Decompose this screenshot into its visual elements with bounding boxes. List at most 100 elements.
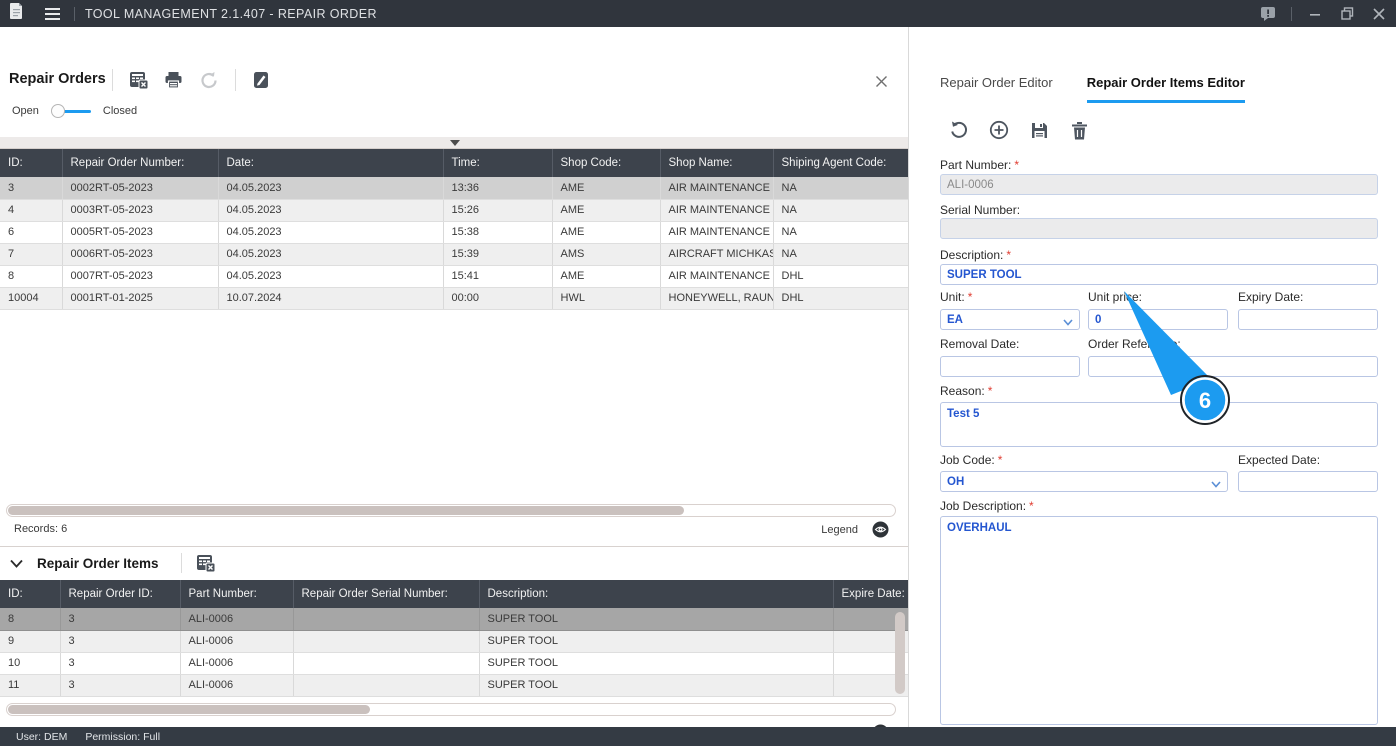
job-code-select[interactable]: OH	[940, 471, 1228, 492]
orders-panel-title: Repair Orders	[9, 71, 106, 87]
unit-price-field[interactable]	[1088, 309, 1228, 330]
restore-button[interactable]	[1338, 5, 1356, 23]
feedback-icon[interactable]	[1259, 5, 1277, 23]
collapse-arrow-icon	[450, 140, 460, 146]
hamburger-menu-icon[interactable]	[45, 7, 60, 20]
removal-date-label: Removal Date:	[940, 337, 1020, 351]
excel-export-icon[interactable]	[196, 554, 215, 572]
column-header[interactable]: Description:	[478, 580, 833, 608]
removal-date-field[interactable]	[940, 356, 1080, 377]
table-cell: 3	[0, 177, 63, 200]
column-header[interactable]: Shop Code:	[551, 149, 660, 177]
table-row[interactable]: 8 0007RT-05-2023 04.05.2023 15:41 AME AIR MAI…	[0, 265, 908, 288]
table-cell: 10	[0, 652, 61, 675]
table-cell: 04.05.2023	[218, 177, 444, 200]
table-cell: AME	[552, 221, 661, 244]
column-header[interactable]: Shiping Agent Code:	[772, 149, 908, 177]
table-cell: NA	[773, 243, 908, 266]
table-cell: 15:38	[443, 221, 553, 244]
column-header[interactable]: ID:	[0, 149, 62, 177]
table-cell: 3	[60, 652, 181, 675]
toolbar-separator	[235, 69, 236, 91]
table-cell: 0006RT-05-2023	[62, 243, 219, 266]
items-section-title: Repair Order Items	[37, 555, 159, 571]
undo-icon[interactable]	[948, 119, 970, 141]
chevron-down-icon[interactable]	[10, 559, 23, 568]
job-code-label: Job Code: *	[940, 453, 1003, 467]
chevron-down-icon	[1211, 479, 1221, 491]
trash-icon[interactable]	[1068, 119, 1090, 141]
table-cell: 0002RT-05-2023	[62, 177, 219, 200]
order-reference-field[interactable]	[1088, 356, 1378, 377]
add-circle-icon[interactable]	[988, 119, 1010, 141]
job-description-field[interactable]: OVERHAUL	[940, 516, 1378, 725]
print-icon[interactable]	[164, 71, 183, 89]
tab-repair-order-items-editor[interactable]: Repair Order Items Editor	[1086, 75, 1245, 103]
unit-select[interactable]: EA	[940, 309, 1080, 330]
table-cell: SUPER TOOL	[479, 674, 834, 697]
collapse-handle[interactable]	[0, 137, 908, 149]
column-header[interactable]: Repair Order ID:	[59, 580, 180, 608]
table-cell: 15:41	[443, 265, 553, 288]
refresh-icon[interactable]	[199, 71, 219, 90]
excel-export-icon[interactable]	[129, 71, 148, 89]
table-row[interactable]: 6 0005RT-05-2023 04.05.2023 15:38 AME AIR MAI…	[0, 221, 908, 244]
table-cell: AME	[552, 199, 661, 222]
close-window-button[interactable]	[1370, 5, 1388, 23]
edit-icon[interactable]	[252, 71, 270, 89]
orders-horizontal-scrollbar[interactable]	[6, 504, 896, 517]
table-cell: 0001RT-01-2025	[62, 287, 219, 310]
job-description-label: Job Description: *	[940, 499, 1034, 513]
reason-field[interactable]: Test 5	[940, 402, 1378, 447]
table-cell: AIR MAINTENANCE E...	[660, 265, 774, 288]
table-cell: 0005RT-05-2023	[62, 221, 219, 244]
open-closed-toggle[interactable]	[50, 104, 91, 118]
status-user: User: DEM	[16, 730, 68, 743]
table-row[interactable]: 7 0006RT-05-2023 04.05.2023 15:39 AMS AIRCRAF…	[0, 243, 908, 266]
legend-label: Legend	[821, 523, 858, 536]
column-header[interactable]: Repair Order Number:	[61, 149, 218, 177]
tab-repair-order-editor[interactable]: Repair Order Editor	[940, 75, 1053, 103]
open-label: Open	[12, 105, 39, 117]
reason-label: Reason: *	[940, 384, 993, 398]
table-cell: AIR MAINTENANCE E...	[660, 221, 774, 244]
column-header[interactable]: Repair Order Serial Number:	[292, 580, 479, 608]
table-cell: ALI-0006	[180, 630, 294, 653]
table-row[interactable]: 8 3 ALI-0006 SUPER TOOL	[0, 608, 908, 631]
serial-number-label: Serial Number:	[940, 203, 1021, 217]
document-icon	[10, 3, 23, 24]
save-icon[interactable]	[1028, 119, 1050, 141]
table-cell: 6	[0, 221, 63, 244]
items-horizontal-scrollbar[interactable]	[6, 703, 896, 716]
serial-number-field	[940, 218, 1378, 239]
column-header[interactable]: Date:	[217, 149, 443, 177]
table-cell: 9	[0, 630, 61, 653]
scrollbar-thumb[interactable]	[8, 705, 370, 714]
table-row[interactable]: 3 0002RT-05-2023 04.05.2023 13:36 AME AIR MAI…	[0, 177, 908, 200]
description-field[interactable]	[940, 264, 1378, 285]
column-header[interactable]: Time:	[442, 149, 552, 177]
table-row[interactable]: 10 3 ALI-0006 SUPER TOOL	[0, 652, 908, 675]
scrollbar-thumb[interactable]	[8, 506, 684, 515]
table-cell: 0007RT-05-2023	[62, 265, 219, 288]
table-cell: HWL	[552, 287, 661, 310]
titlebar-separator	[1291, 6, 1292, 21]
column-header[interactable]: Shop Name:	[659, 149, 773, 177]
legend-eye-icon[interactable]	[872, 521, 889, 538]
unit-label: Unit: *	[940, 290, 973, 304]
repair-orders-table: ID: Repair Order Number: Date: Time: Shop Co…	[0, 149, 908, 310]
column-header[interactable]: Expire Date:	[832, 580, 908, 608]
column-header[interactable]: ID:	[0, 580, 60, 608]
expiry-date-field[interactable]	[1238, 309, 1378, 330]
table-row[interactable]: 11 3 ALI-0006 SUPER TOOL	[0, 674, 908, 697]
table-header-row: ID: Repair Order ID: Part Number: Repair Or…	[0, 580, 908, 608]
close-panel-button[interactable]	[872, 72, 890, 90]
table-row[interactable]: 4 0003RT-05-2023 04.05.2023 15:26 AME AIR MAI…	[0, 199, 908, 222]
table-row[interactable]: 10004 0001RT-01-2025 10.07.2024 00:00 HWL HON…	[0, 287, 908, 310]
table-cell: 04.05.2023	[218, 199, 444, 222]
expected-date-field[interactable]	[1238, 471, 1378, 492]
minimize-button[interactable]	[1306, 5, 1324, 23]
items-vertical-scrollbar[interactable]	[895, 612, 905, 694]
table-row[interactable]: 9 3 ALI-0006 SUPER TOOL	[0, 630, 908, 653]
column-header[interactable]: Part Number:	[179, 580, 293, 608]
